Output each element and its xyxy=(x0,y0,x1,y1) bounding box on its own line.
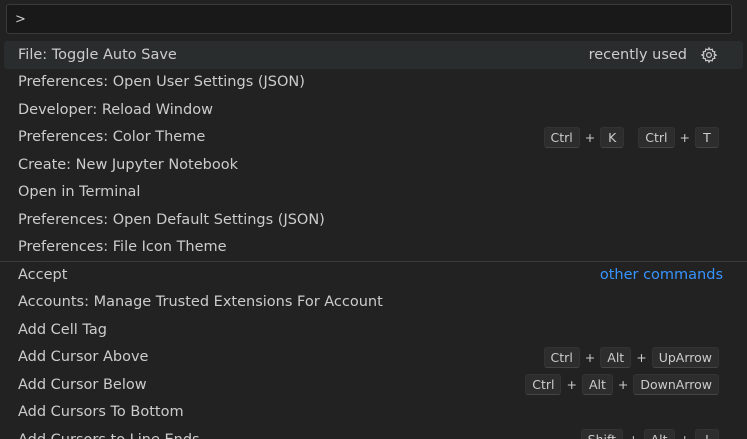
command-meta: Ctrl + Alt + UpArrow xyxy=(543,346,719,368)
command-meta: Shift + Alt + I xyxy=(580,429,719,439)
keybinding-key: Ctrl xyxy=(525,374,562,396)
command-label: Preferences: File Icon Theme xyxy=(18,239,227,256)
command-label: Add Cursor Above xyxy=(18,349,149,366)
command-item[interactable]: Add Cursors To Bottom xyxy=(0,399,747,427)
key-plus-separator: + xyxy=(628,432,638,439)
command-label: Accept xyxy=(18,267,68,284)
key-plus-separator: + xyxy=(566,377,577,393)
command-item[interactable]: Developer: Reload Window xyxy=(0,96,747,124)
other-commands-link: other commands xyxy=(599,267,723,284)
command-meta: Ctrl + K Ctrl + T xyxy=(543,126,719,148)
keybinding-key: Alt xyxy=(643,429,675,439)
command-item[interactable]: Create: New Jupyter Notebook xyxy=(0,151,747,179)
key-plus-separator: + xyxy=(584,129,596,145)
key-plus-separator: + xyxy=(680,432,690,439)
command-item[interactable]: File: Toggle Auto Save recently used xyxy=(4,41,743,69)
keybinding-key: Alt xyxy=(581,374,613,396)
key-plus-separator: + xyxy=(617,377,629,393)
keybinding-key: I xyxy=(695,429,719,439)
keybinding-key: Ctrl xyxy=(638,126,675,148)
command-label: Preferences: Color Theme xyxy=(18,129,206,146)
command-input[interactable] xyxy=(7,5,731,33)
command-item[interactable]: Preferences: Open Default Settings (JSON… xyxy=(0,206,747,234)
keybinding-key: UpArrow xyxy=(651,346,719,368)
recently-used-label: recently used xyxy=(588,46,687,63)
command-label: Preferences: Open Default Settings (JSON… xyxy=(18,211,325,228)
command-list: File: Toggle Auto Save recently used Prefe… xyxy=(0,41,747,439)
command-meta: Ctrl + Alt + DownArrow xyxy=(525,374,719,396)
keybinding-key: K xyxy=(600,126,625,148)
keybinding-key: DownArrow xyxy=(633,374,719,396)
keybinding-key: Alt xyxy=(600,346,632,368)
command-item[interactable]: Add Cursors to Line EndsShift + Alt + I xyxy=(0,426,747,439)
command-item[interactable]: Preferences: Color Theme Ctrl + K Ctrl + T xyxy=(0,124,747,152)
command-label: Add Cursors To Bottom xyxy=(18,404,184,421)
command-meta: recently used xyxy=(589,45,719,65)
command-item[interactable]: Add Cursor Above Ctrl + Alt + UpArrow xyxy=(0,344,747,372)
command-label: Accounts: Manage Trusted Extensions For … xyxy=(18,294,383,311)
command-label: File: Toggle Auto Save xyxy=(18,46,177,63)
command-label: Preferences: Open User Settings (JSON) xyxy=(18,74,305,91)
command-item[interactable]: Accept other commands xyxy=(0,261,747,289)
command-meta: other commands xyxy=(600,267,723,283)
command-item[interactable]: Preferences: File Icon Theme xyxy=(0,234,747,262)
command-label: Add Cursors to Line Ends xyxy=(18,432,581,439)
keybinding-key: Shift xyxy=(580,429,624,439)
key-plus-separator: + xyxy=(679,129,690,145)
command-label: Add Cell Tag xyxy=(18,321,107,338)
command-input-box xyxy=(6,4,732,34)
key-plus-separator: + xyxy=(636,349,647,365)
keybinding-key: Ctrl xyxy=(543,346,580,368)
command-item[interactable]: Add Cursor Below Ctrl + Alt + DownArrow xyxy=(0,371,747,399)
command-label: Create: New Jupyter Notebook xyxy=(18,156,239,173)
command-label: Open in Terminal xyxy=(18,184,141,201)
command-item[interactable]: Add Cell Tag xyxy=(0,316,747,344)
command-item[interactable]: Open in Terminal xyxy=(0,179,747,207)
keybinding-key: Ctrl xyxy=(543,126,580,148)
key-plus-separator: + xyxy=(584,349,596,365)
command-label: Developer: Reload Window xyxy=(18,101,213,118)
keybinding-key: T xyxy=(695,126,719,148)
command-label: Add Cursor Below xyxy=(18,376,147,393)
command-item[interactable]: Preferences: Open User Settings (JSON) xyxy=(0,69,747,97)
gear-icon[interactable] xyxy=(699,45,719,65)
command-palette: File: Toggle Auto Save recently used Prefe… xyxy=(0,0,747,439)
command-item[interactable]: Accounts: Manage Trusted Extensions For … xyxy=(0,289,747,317)
